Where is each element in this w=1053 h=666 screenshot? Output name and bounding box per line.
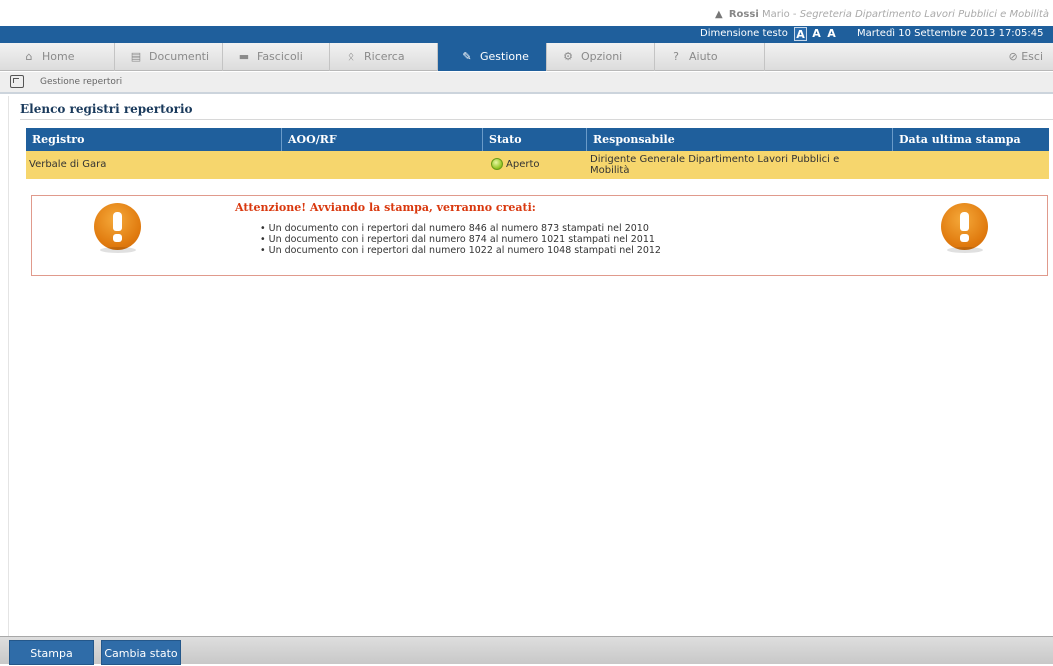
col-responsabile[interactable]: Responsabile [587,128,893,151]
text-size-label: Dimensione testo [700,28,788,39]
tab-home[interactable]: ⌂ Home [8,43,115,71]
help-icon: ? [673,50,679,63]
logout-button[interactable]: ⊘ Esci [1009,43,1044,71]
warning-icon-right [941,203,988,253]
breadcrumb-current: Gestione repertori [40,77,123,87]
user-office: Segreteria Dipartimento Lavori Pubblici … [799,9,1049,20]
tab-home-label: Home [42,50,75,63]
warning-item: • Un documento con i repertori dal numer… [260,245,661,256]
tab-ricerca[interactable]: ᛟ Ricerca [330,43,438,71]
warning-title: Attenzione! Avviando la stampa, verranno… [235,201,536,214]
warning-item: • Un documento con i repertori dal numer… [260,223,649,234]
cambia-stato-button[interactable]: Cambia stato [101,640,181,665]
user-icon: ▲ [714,9,723,20]
tab-aiuto-label: Aiuto [689,50,718,63]
breadcrumb: Gestione repertori [0,72,1053,94]
home-icon: ⌂ [25,50,33,63]
table-row[interactable]: Verbale di Gara Aperto Dirigente General… [26,151,1049,179]
text-size-medium-button[interactable]: A [810,27,823,41]
search-icon: ᛟ [347,50,355,63]
cell-responsabile: Dirigente Generale Dipartimento Lavori P… [590,154,840,176]
tab-aiuto[interactable]: ? Aiuto [655,43,765,71]
text-size-small-button[interactable]: A [794,27,807,41]
tab-opzioni[interactable]: ⚙ Opzioni [547,43,655,71]
back-icon[interactable] [10,75,24,88]
col-registro[interactable]: Registro [26,128,282,151]
print-warning-box: Attenzione! Avviando la stampa, verranno… [31,195,1048,276]
cell-registro: Verbale di Gara [29,159,107,170]
warning-list: • Un documento con i repertori dal numer… [260,223,661,256]
top-bar: ▲ Rossi Mario - Segreteria Dipartimento … [0,0,1053,26]
main-nav: ⌂ Home ▤ Documenti ▬ Fascicoli ᛟ Ricerca ✎ Ge… [0,43,1053,71]
col-aoo-rf[interactable]: AOO/RF [282,128,483,151]
stampa-button[interactable]: Stampa [9,640,94,665]
warning-item: • Un documento con i repertori dal numer… [260,234,655,245]
folder-icon: ▬ [238,50,250,63]
tab-ricerca-label: Ricerca [364,50,405,63]
text-size-large-button[interactable]: A [825,27,838,41]
pencil-icon: ✎ [462,50,472,63]
page-title: Elenco registri repertorio [20,102,193,116]
user-info: ▲ Rossi Mario - Segreteria Dipartimento … [715,9,1049,20]
status-open-icon [491,158,503,170]
cell-stato: Aperto [488,151,587,179]
tab-documenti-label: Documenti [149,50,210,63]
main-content: Elenco registri repertorio Registro AOO/… [8,96,1053,636]
cell-aoo-rf [282,151,483,179]
warning-icon-left [94,203,141,253]
document-icon: ▤ [130,50,142,63]
tab-documenti[interactable]: ▤ Documenti [115,43,223,71]
registers-table: Registro AOO/RF Stato Responsabile Data … [26,128,1049,179]
status-bar: Dimensione testo A A A Martedì 10 Settem… [0,26,1053,43]
tab-fascicoli-label: Fascicoli [257,50,303,63]
current-datetime: Martedì 10 Settembre 2013 17:05:45 [857,28,1044,39]
table-header: Registro AOO/RF Stato Responsabile Data … [26,128,1049,151]
user-first-name: Mario - [761,9,797,20]
col-data-ultima-stampa[interactable]: Data ultima stampa [893,128,1049,151]
tab-fascicoli[interactable]: ▬ Fascicoli [223,43,330,71]
title-divider [20,119,1053,120]
cell-data-ultima-stampa [893,151,1049,179]
options-icon: ⚙ [563,50,573,63]
tab-gestione-label: Gestione [480,50,529,63]
col-stato[interactable]: Stato [483,128,587,151]
footer-toolbar: Stampa Cambia stato [0,636,1053,665]
tab-gestione[interactable]: ✎ Gestione [438,43,547,71]
user-name: Rossi [728,9,759,20]
cell-stato-label: Aperto [506,159,540,170]
tab-opzioni-label: Opzioni [581,50,623,63]
